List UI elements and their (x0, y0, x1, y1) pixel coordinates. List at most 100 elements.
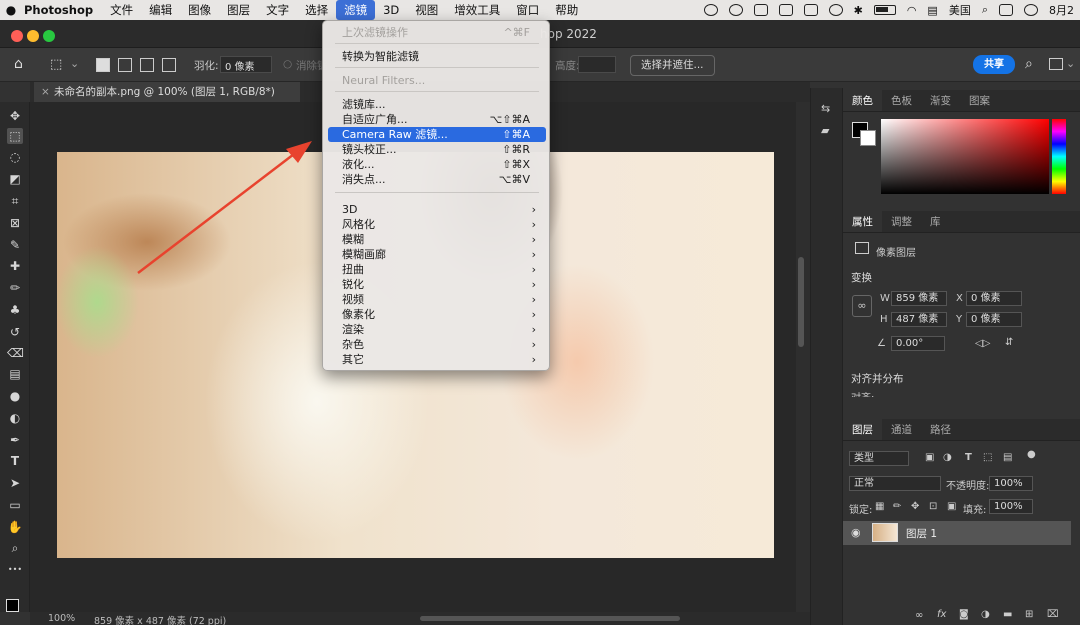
add-selection-icon[interactable] (118, 58, 132, 72)
menu-edit[interactable]: 编辑 (141, 0, 180, 20)
history-brush-tool-icon[interactable]: ↺ (7, 324, 23, 340)
menu-item-adaptive-wide-angle[interactable]: 自适应广角... ⌥⇧⌘A (328, 112, 546, 127)
close-window-button[interactable] (11, 30, 23, 42)
battery-icon[interactable] (873, 5, 896, 15)
height-input[interactable] (578, 56, 616, 73)
menu-item-pixelate[interactable]: 像素化 › (328, 307, 546, 322)
menu-item-camera-raw-filter[interactable]: Camera Raw 滤镜... ⇧⌘A (328, 127, 546, 142)
path-select-tool-icon[interactable]: ➤ (7, 475, 23, 491)
menu-type[interactable]: 文字 (258, 0, 297, 20)
stamp-tool-icon[interactable]: ♣ (7, 302, 23, 318)
feather-input[interactable]: 0 像素 (220, 56, 272, 73)
subtract-selection-icon[interactable] (140, 58, 154, 72)
opacity-field[interactable]: 100% (989, 476, 1033, 491)
filter-shape-icon[interactable]: ⬚ (983, 452, 992, 463)
filter-toggle-icon[interactable]: ● (1027, 449, 1036, 460)
wifi-icon[interactable]: ◠ (907, 4, 917, 17)
tab-color[interactable]: 颜色 (843, 90, 882, 111)
menu-filter[interactable]: 滤镜 (336, 0, 376, 20)
tab-layers[interactable]: 图层 (843, 419, 882, 440)
flip-vertical-icon[interactable]: ⇵ (1005, 337, 1013, 348)
align-section-title[interactable]: 对齐并分布 (851, 371, 904, 386)
input-country[interactable]: 美国 (949, 2, 971, 18)
healing-tool-icon[interactable]: ✚ (7, 258, 23, 274)
tab-patterns[interactable]: 图案 (960, 90, 999, 111)
hand-tool-icon[interactable]: ✋ (7, 519, 23, 535)
search-icon[interactable]: ⌕ (1025, 56, 1033, 72)
new-layer-icon[interactable]: ⊞ (1025, 609, 1033, 620)
menu-item-3d[interactable]: 3D › (328, 202, 546, 217)
zoom-window-button[interactable] (43, 30, 55, 42)
menu-item-lens-correction[interactable]: 镜头校正... ⇧⌘R (328, 142, 546, 157)
horizontal-scrollbar[interactable] (420, 616, 680, 621)
tab-channels[interactable]: 通道 (882, 419, 921, 440)
comments-panel-icon[interactable]: ▰ (821, 124, 829, 137)
color-field[interactable] (881, 119, 1049, 194)
tab-libraries[interactable]: 库 (921, 211, 950, 232)
layer-row[interactable]: ◉ 图层 1 (843, 521, 1071, 545)
rectangle-tool-icon[interactable]: ▭ (7, 497, 23, 513)
bluetooth-icon[interactable]: ✱ (854, 4, 863, 17)
pen-tool-icon[interactable]: ✒ (7, 432, 23, 448)
tab-swatches[interactable]: 色板 (882, 90, 921, 111)
menu-view[interactable]: 视图 (407, 0, 446, 20)
link-layers-icon[interactable]: ∞ (915, 610, 923, 621)
menu-item-video[interactable]: 视频 › (328, 292, 546, 307)
select-and-mask-button[interactable]: 选择并遮住... (630, 55, 715, 76)
quick-select-tool-icon[interactable]: ◩ (7, 171, 23, 187)
lasso-tool-icon[interactable]: ◌ (7, 149, 23, 165)
document-icon[interactable] (753, 4, 768, 16)
fill-field[interactable]: 100% (989, 499, 1033, 514)
menu-item-filter-gallery[interactable]: 滤镜库... (328, 97, 546, 112)
width-field[interactable]: 859 像素 (891, 291, 947, 306)
siri-icon[interactable] (1024, 4, 1038, 16)
eyedropper-tool-icon[interactable]: ✎ (7, 237, 23, 253)
menu-item-convert-smart-filter[interactable]: 转换为智能滤镜 (328, 49, 546, 64)
zoom-level[interactable]: 100% (48, 613, 75, 624)
tab-gradients[interactable]: 渐变 (921, 90, 960, 111)
menu-help[interactable]: 帮助 (547, 0, 586, 20)
transform-section-title[interactable]: 变换 (851, 270, 872, 285)
height-field[interactable]: 487 像素 (891, 312, 947, 327)
menu-window[interactable]: 窗口 (508, 0, 547, 20)
document-tab[interactable]: × 未命名的副本.png @ 100% (图层 1, RGB/8*) (34, 82, 300, 102)
menu-item-noise[interactable]: 杂色 › (328, 337, 546, 352)
link-dimensions-icon[interactable]: ∞ (852, 295, 872, 317)
filter-type-icon[interactable]: T (965, 452, 972, 463)
flip-horizontal-icon[interactable]: ◁▷ (975, 338, 990, 349)
x-field[interactable]: 0 像素 (966, 291, 1022, 306)
search-icon[interactable]: ⌕ (982, 3, 988, 17)
menu-3d[interactable]: 3D (375, 0, 407, 20)
lock-transparent-icon[interactable]: ▦ (875, 501, 884, 512)
menu-item-liquify[interactable]: 液化... ⇧⌘X (328, 157, 546, 172)
menu-item-other[interactable]: 其它 › (328, 352, 546, 367)
lock-artboard-icon[interactable]: ⊡ (929, 501, 937, 512)
menu-item-blur-gallery[interactable]: 模糊画廊 › (328, 247, 546, 262)
foreground-color-swatch[interactable] (6, 599, 19, 612)
filter-smart-object-icon[interactable]: ▤ (1003, 452, 1012, 463)
y-field[interactable]: 0 像素 (966, 312, 1022, 327)
face-icon[interactable] (828, 4, 843, 16)
antialias-checkbox-icon[interactable]: ○ (283, 58, 292, 70)
link-icon[interactable] (728, 4, 743, 16)
blend-mode-select[interactable]: 正常 (849, 476, 941, 491)
marquee-tool-icon[interactable]: ⬚ (7, 128, 23, 144)
frame-tool-icon[interactable]: ⊠ (7, 215, 23, 231)
new-selection-icon[interactable] (96, 58, 110, 72)
workspace-icon[interactable] (1049, 58, 1063, 70)
lock-pixels-icon[interactable]: ✏ (893, 501, 901, 512)
marquee-tool-preset-icon[interactable]: ⬚ (50, 57, 62, 75)
tab-properties[interactable]: 属性 (843, 211, 882, 232)
menu-item-sharpen[interactable]: 锐化 › (328, 277, 546, 292)
fx-icon[interactable]: fx (937, 609, 946, 620)
filter-adjustment-icon[interactable]: ◑ (943, 452, 952, 463)
vertical-scrollbar[interactable] (798, 257, 804, 347)
apple-icon[interactable]: ● (0, 3, 22, 17)
type-tool-icon[interactable]: T (7, 453, 23, 469)
chevron-down-icon[interactable]: ⌄ (1066, 57, 1075, 70)
background-swatch[interactable] (860, 130, 876, 146)
menu-select[interactable]: 选择 (297, 0, 336, 20)
menu-item-blur[interactable]: 模糊 › (328, 232, 546, 247)
lock-position-icon[interactable]: ✥ (911, 501, 919, 512)
wechat-icon[interactable] (703, 4, 718, 16)
